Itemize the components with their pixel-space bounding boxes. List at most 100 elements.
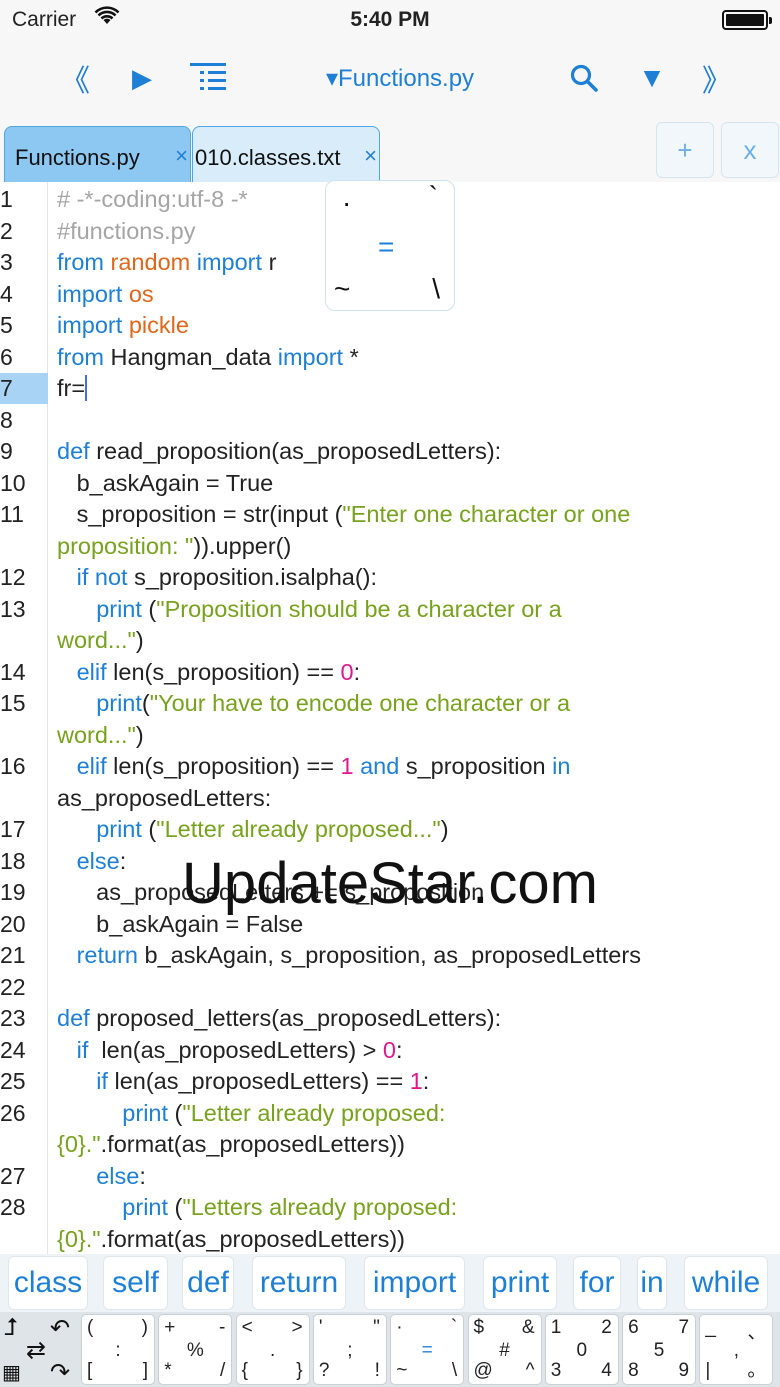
- next-button[interactable]: 》: [697, 56, 737, 100]
- popup-key-backslash[interactable]: \: [432, 273, 440, 305]
- dropdown-button[interactable]: ▼: [630, 56, 674, 100]
- redo-icon[interactable]: ↷: [50, 1358, 70, 1387]
- close-icon[interactable]: ×: [364, 143, 377, 169]
- close-icon[interactable]: ×: [175, 143, 188, 169]
- code-token: *: [343, 343, 359, 370]
- code-token: word...": [57, 627, 136, 653]
- code-token: :: [353, 658, 361, 685]
- symbol-key-char: [: [87, 1360, 93, 1381]
- symbol-key[interactable]: 6 758 9: [622, 1314, 697, 1385]
- keyword-in-button[interactable]: in: [637, 1256, 667, 1310]
- code-token: "Enter one character or one: [342, 501, 631, 527]
- code-line[interactable]: from Hangman_data import *: [57, 342, 777, 373]
- search-icon[interactable]: [562, 56, 606, 100]
- code-token: def: [57, 1005, 90, 1031]
- code-line[interactable]: word..."): [57, 625, 777, 656]
- symbol-key[interactable]: $ & # @ ^: [467, 1314, 542, 1385]
- code-token: print: [96, 690, 142, 716]
- code-token: ): [135, 627, 144, 653]
- keyword-for-button[interactable]: for: [573, 1256, 621, 1310]
- code-line[interactable]: if len(as_proposedLetters) == 1:: [57, 1066, 777, 1097]
- code-line[interactable]: print ("Proposition should be a characte…: [57, 594, 777, 625]
- symbol-key[interactable]: · ` = ~ \: [390, 1314, 465, 1385]
- swap-icon[interactable]: ⇄: [26, 1336, 46, 1365]
- code-line[interactable]: proposition: ")).upper(): [57, 531, 777, 562]
- tab-010-classes-txt[interactable]: 010.classes.txt ×: [192, 126, 380, 182]
- status-bar: Carrier 5:40 PM: [0, 0, 780, 40]
- code-token: read_proposition(as_proposedLetters):: [89, 438, 502, 464]
- symbol-key-char: -: [218, 1317, 226, 1338]
- code-line[interactable]: if not s_proposition.isalpha():: [57, 562, 777, 593]
- code-token: :: [422, 1068, 430, 1094]
- cursor-navigation-key[interactable]: ⮥ ↶ ⇄ ▦ ↷: [0, 1312, 80, 1387]
- code-line[interactable]: {0}.".format(as_proposedLetters)): [57, 1129, 777, 1160]
- code-line[interactable]: as_proposedLetters:: [57, 783, 777, 814]
- previous-button[interactable]: 《: [55, 56, 95, 100]
- symbol-key-char: (: [87, 1317, 94, 1338]
- keyword-def-button[interactable]: def: [182, 1256, 234, 1310]
- code-line[interactable]: elif len(s_proposition) == 1 and s_propo…: [57, 751, 777, 782]
- popup-key-tilde[interactable]: ~: [334, 273, 350, 305]
- symbol-key[interactable]: (): []: [81, 1314, 155, 1385]
- code-line[interactable]: if len(as_proposedLetters) > 0:: [57, 1035, 777, 1066]
- line-number: 17: [0, 816, 26, 842]
- keyword-return-button[interactable]: return: [252, 1256, 346, 1310]
- code-line[interactable]: print ("Letter already proposed:: [57, 1098, 777, 1129]
- keyword-while-button[interactable]: while: [684, 1256, 768, 1310]
- file-menu[interactable]: ▾Functions.py: [300, 56, 500, 100]
- code-token: 0: [382, 1036, 396, 1063]
- symbol-key[interactable]: ' ";?!: [312, 1314, 387, 1385]
- symbol-key-char: 8: [628, 1360, 639, 1381]
- symbol-key[interactable]: + -% * /: [158, 1314, 233, 1385]
- code-token: 1: [409, 1068, 423, 1094]
- keyword-class-button[interactable]: class: [8, 1256, 88, 1310]
- code-token: if: [76, 1036, 89, 1063]
- tab-functions-py[interactable]: Functions.py ×: [4, 126, 191, 182]
- code-line[interactable]: else:: [57, 1161, 777, 1192]
- outline-list-icon[interactable]: [186, 56, 230, 100]
- code-token: print: [122, 1194, 169, 1220]
- close-tab-button[interactable]: x: [721, 122, 779, 178]
- code-line[interactable]: print("Your have to encode one character…: [57, 688, 777, 719]
- undo-icon[interactable]: ↶: [50, 1314, 70, 1343]
- popup-key-backtick[interactable]: `: [429, 181, 438, 213]
- code-line[interactable]: s_proposition = str(input ("Enter one ch…: [57, 499, 777, 530]
- symbol-key[interactable]: 1 203 4: [544, 1314, 619, 1385]
- code-line[interactable]: {0}.".format(as_proposedLetters)): [57, 1224, 777, 1255]
- code-line[interactable]: print ("Letter already proposed..."): [57, 814, 777, 845]
- symbol-key[interactable]: < >. {}: [235, 1314, 310, 1385]
- code-line[interactable]: import pickle: [57, 310, 777, 341]
- add-tab-button[interactable]: +: [656, 122, 714, 178]
- code-line[interactable]: def proposed_letters(as_proposedLetters)…: [57, 1003, 777, 1034]
- code-line[interactable]: [57, 972, 777, 1003]
- symbol-key-char: 4: [601, 1360, 612, 1381]
- keyword-import-button[interactable]: import: [364, 1256, 465, 1310]
- symbol-key-char: ]: [142, 1360, 148, 1381]
- code-line[interactable]: print ("Letters already proposed:: [57, 1192, 777, 1223]
- code-line[interactable]: def read_proposition(as_proposedLetters)…: [57, 436, 777, 467]
- code-line[interactable]: [57, 405, 777, 436]
- code-line[interactable]: word..."): [57, 720, 777, 751]
- return-arrow-icon[interactable]: ⮥: [4, 1314, 18, 1342]
- symbol-key-char: <: [241, 1317, 253, 1338]
- keyword-self-button[interactable]: self: [103, 1256, 168, 1310]
- line-number: 13: [0, 595, 26, 622]
- code-line[interactable]: b_askAgain = True: [57, 468, 777, 499]
- keyboard-icon[interactable]: ▦: [2, 1360, 21, 1385]
- symbol-key[interactable]: _、, |。: [699, 1314, 774, 1385]
- keyword-print-button[interactable]: print: [483, 1256, 557, 1310]
- symbol-key-char: $: [473, 1317, 485, 1338]
- code-line[interactable]: return b_askAgain, s_proposition, as_pro…: [57, 940, 777, 971]
- code-line[interactable]: fr=: [57, 373, 777, 404]
- line-number: [0, 1224, 48, 1255]
- key-popup[interactable]: · ` = ~ \: [325, 180, 455, 311]
- code-editor[interactable]: 1 2 3 4 5 6 7 8 9 10 11 12 13 14 15 16 17 18 19 20 21 22 23 24 2…: [0, 182, 780, 1254]
- run-button[interactable]: ▶: [122, 56, 162, 100]
- symbol-key-char: 2: [601, 1317, 612, 1338]
- line-number: 23: [0, 1005, 26, 1031]
- code-line[interactable]: elif len(s_proposition) == 0:: [57, 657, 777, 688]
- popup-key-equals[interactable]: =: [378, 231, 394, 263]
- line-number: [0, 720, 48, 751]
- popup-key-dot[interactable]: ·: [342, 187, 351, 219]
- code-token: # -*-coding:utf-8 -*: [57, 186, 248, 212]
